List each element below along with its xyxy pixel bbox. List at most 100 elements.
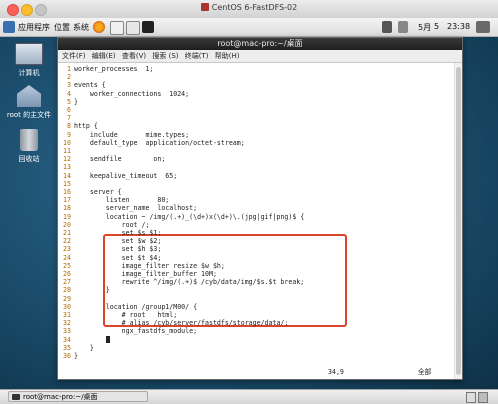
user-icon[interactable] bbox=[476, 21, 490, 33]
code-line: 20 root /; bbox=[59, 221, 149, 229]
line-number: 13 bbox=[63, 163, 71, 172]
menu-applications[interactable]: 应用程序 bbox=[18, 22, 50, 33]
code-line: 33 ngx_fastdfs_module; bbox=[59, 327, 197, 335]
workspace-1[interactable] bbox=[466, 392, 476, 403]
line-number: 25 bbox=[63, 261, 71, 270]
code-line: 14 keepalive_timeout 65; bbox=[59, 172, 177, 180]
code-line: 34 bbox=[59, 335, 110, 344]
code-line: 35 } bbox=[59, 344, 94, 352]
line-number: 29 bbox=[63, 294, 71, 303]
workspace-2[interactable] bbox=[478, 392, 488, 403]
volume-icon[interactable] bbox=[398, 21, 408, 33]
menu-search[interactable]: 搜索 (S) bbox=[152, 52, 178, 60]
line-text: set $s $1; bbox=[74, 229, 162, 237]
line-text: set $w $2; bbox=[74, 237, 162, 246]
line-text: server { bbox=[74, 188, 122, 196]
line-text: events { bbox=[74, 81, 106, 90]
line-text: http { bbox=[74, 122, 98, 131]
line-text: keepalive_timeout 65; bbox=[74, 171, 178, 180]
terminal-scrollbar[interactable] bbox=[454, 63, 462, 379]
code-line: 13 bbox=[59, 163, 74, 171]
code-line: 7 bbox=[59, 114, 74, 122]
line-text: } bbox=[74, 343, 94, 352]
code-line: 16 server { bbox=[59, 188, 122, 196]
scrollbar-thumb[interactable] bbox=[456, 67, 461, 375]
code-line: 3 events { bbox=[59, 81, 106, 89]
code-line: 1 worker_processes 1; bbox=[59, 65, 153, 73]
menu-system[interactable]: 系统 bbox=[73, 22, 89, 33]
menu-places[interactable]: 位置 bbox=[54, 22, 70, 33]
terminal-launcher-icon[interactable] bbox=[142, 21, 154, 33]
code-line: 26 image_filter_buffer 10M; bbox=[59, 270, 217, 278]
trash-icon bbox=[20, 129, 38, 151]
line-number: 21 bbox=[63, 229, 71, 237]
line-number: 33 bbox=[63, 327, 71, 336]
view-position: 全部 bbox=[418, 368, 432, 376]
menu-help[interactable]: 帮助(H) bbox=[215, 52, 240, 60]
line-text: location /group1/M00/ { bbox=[74, 302, 198, 311]
terminal-titlebar[interactable]: root@mac-pro:~/桌面 bbox=[58, 38, 462, 50]
code-line: 5} bbox=[59, 98, 78, 106]
mail-icon[interactable] bbox=[110, 21, 124, 35]
code-line: 15 bbox=[59, 180, 74, 188]
desktop-icon-home[interactable]: root 的主文件 bbox=[4, 85, 54, 120]
line-number: 20 bbox=[63, 220, 71, 229]
terminal-window[interactable]: root@mac-pro:~/桌面 文件(F) 编辑(E) 查看(V) 搜索 (… bbox=[57, 37, 463, 380]
code-line: 22 set $w $2; bbox=[59, 237, 161, 245]
home-folder-icon bbox=[17, 85, 41, 107]
line-number: 16 bbox=[63, 188, 71, 196]
network-icon[interactable] bbox=[382, 21, 392, 33]
code-line: 36} bbox=[59, 352, 78, 360]
foot-logo-icon bbox=[3, 21, 15, 33]
line-number: 30 bbox=[63, 302, 71, 311]
line-number: 8 bbox=[67, 122, 71, 131]
line-number: 15 bbox=[63, 179, 71, 188]
text-editor-icon[interactable] bbox=[126, 21, 140, 35]
guest-top-panel: 应用程序 位置 系统 5月 5 23:38 bbox=[0, 18, 498, 37]
line-text: } bbox=[74, 97, 78, 106]
menu-view[interactable]: 查看(V) bbox=[122, 52, 146, 60]
line-number: 27 bbox=[63, 278, 71, 287]
line-number: 12 bbox=[63, 155, 71, 164]
line-text: } bbox=[74, 286, 110, 295]
date-day[interactable]: 5 bbox=[434, 22, 439, 31]
menu-terminal[interactable]: 终端(T) bbox=[185, 52, 209, 60]
clock[interactable]: 23:38 bbox=[447, 22, 470, 31]
date-month[interactable]: 5月 bbox=[418, 22, 431, 33]
terminal-small-icon bbox=[12, 394, 20, 400]
line-text: server_name localhost; bbox=[74, 204, 198, 213]
line-number: 18 bbox=[63, 204, 71, 213]
line-number: 2 bbox=[67, 73, 71, 82]
firefox-icon[interactable] bbox=[93, 21, 105, 33]
line-text: # root html; bbox=[74, 311, 178, 319]
line-number: 34 bbox=[63, 335, 71, 344]
line-number: 11 bbox=[63, 147, 71, 155]
line-text: sendfile on; bbox=[74, 155, 166, 164]
line-text: worker_connections 1024; bbox=[74, 89, 190, 98]
line-text: listen 80; bbox=[74, 196, 170, 205]
desktop-icon-computer[interactable]: 计算机 bbox=[4, 43, 54, 78]
line-number: 7 bbox=[67, 114, 71, 123]
terminal-text-area[interactable]: 34,9 全部 1 worker_processes 1; 2 3 events {4 … bbox=[58, 63, 462, 379]
terminal-menubar: 文件(F) 编辑(E) 查看(V) 搜索 (S) 终端(T) 帮助(H) bbox=[58, 50, 462, 63]
menu-edit[interactable]: 编辑(E) bbox=[92, 52, 116, 60]
vim-status-line: 34,9 全部 bbox=[58, 368, 462, 377]
code-line: 9 include mime.types; bbox=[59, 131, 189, 139]
code-line: 23 set $h $3; bbox=[59, 245, 161, 253]
code-line: 31 # root html; bbox=[59, 311, 177, 319]
line-number: 10 bbox=[63, 138, 71, 147]
taskbar-terminal-item[interactable]: root@mac-pro:~/桌面 bbox=[8, 391, 148, 402]
menu-file[interactable]: 文件(F) bbox=[62, 52, 86, 60]
computer-icon bbox=[15, 43, 43, 65]
code-line: 30 location /group1/M00/ { bbox=[59, 303, 197, 311]
line-number: 17 bbox=[63, 196, 71, 205]
line-number: 6 bbox=[67, 106, 71, 114]
code-line: 28 } bbox=[59, 286, 110, 294]
line-text: location ~ /img/(.+)_(\d+)x(\d+)\.(jpg|g… bbox=[74, 212, 305, 221]
line-text: ngx_fastdfs_module; bbox=[74, 327, 198, 336]
desktop-icon-trash[interactable]: 回收站 bbox=[4, 129, 54, 164]
line-number: 36 bbox=[63, 352, 71, 360]
code-line: 25 image_filter resize $w $h; bbox=[59, 262, 225, 270]
line-number: 32 bbox=[63, 319, 71, 328]
code-line: 24 set $t $4; bbox=[59, 254, 161, 262]
